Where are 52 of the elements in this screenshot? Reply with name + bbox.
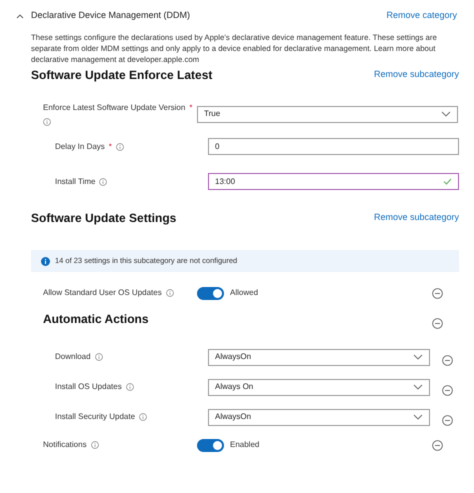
setting-label: Enforce Latest Software Update Version — [43, 102, 186, 114]
remove-category-link[interactable]: Remove category — [386, 9, 457, 23]
required-mark: * — [189, 102, 192, 114]
toggle-switch[interactable] — [197, 286, 224, 300]
dropdown-field[interactable]: Always On — [208, 378, 430, 396]
chevron-up-icon[interactable] — [16, 14, 24, 18]
info-filled-icon — [41, 256, 50, 266]
setting-label: Download — [55, 351, 91, 363]
chevron-down-icon — [413, 414, 423, 420]
info-icon[interactable] — [90, 441, 99, 449]
setting-label: Install Security Update — [55, 411, 136, 423]
remove-icon[interactable] — [432, 318, 443, 329]
chevron-down-icon — [413, 384, 423, 390]
dropdown-value: AlwaysOn — [215, 351, 252, 363]
dropdown-value: Always On — [215, 381, 254, 393]
chevron-down-icon — [441, 111, 451, 117]
input-field[interactable]: 0 — [208, 138, 459, 155]
remove-icon[interactable] — [442, 354, 453, 366]
info-icon[interactable] — [126, 383, 134, 391]
info-icon[interactable] — [99, 178, 108, 186]
dropdown-value: True — [204, 108, 220, 120]
dropdown-field[interactable]: True — [197, 106, 458, 122]
info-icon[interactable] — [43, 118, 51, 126]
info-icon[interactable] — [94, 353, 103, 361]
chevron-down-icon — [413, 354, 423, 360]
group-heading: Automatic Actions — [43, 311, 149, 328]
required-mark: * — [108, 140, 112, 152]
remove-icon[interactable] — [442, 384, 453, 396]
dropdown-value: AlwaysOn — [215, 411, 252, 423]
setting-label: Allow Standard User OS Updates — [43, 287, 162, 299]
remove-icon[interactable] — [442, 414, 453, 426]
info-icon[interactable] — [166, 289, 174, 297]
setting-label: Delay In Days — [55, 140, 105, 152]
input-field[interactable]: 13:00 — [208, 173, 459, 190]
remove-subcategory-link[interactable]: Remove subcategory — [374, 68, 459, 82]
dropdown-field[interactable]: AlwaysOn — [208, 408, 430, 426]
subcategory-heading: Software Update Settings — [31, 210, 176, 227]
info-icon[interactable] — [116, 142, 124, 150]
toggle-state-label: Allowed — [230, 287, 258, 299]
remove-subcategory-link[interactable]: Remove subcategory — [374, 211, 459, 225]
toggle-switch[interactable] — [197, 438, 224, 452]
dropdown-field[interactable]: AlwaysOn — [208, 348, 430, 366]
toggle-state-label: Enabled — [230, 439, 260, 451]
remove-icon[interactable] — [432, 288, 443, 298]
setting-label: Notifications — [43, 439, 87, 451]
subcategory-heading: Software Update Enforce Latest — [31, 67, 212, 84]
setting-label: Install Time — [55, 176, 96, 188]
checkmark-icon — [443, 178, 452, 185]
category-title: Declarative Device Management (DDM) — [31, 9, 190, 22]
info-icon[interactable] — [139, 413, 148, 421]
remove-icon[interactable] — [432, 440, 443, 450]
setting-label: Install OS Updates — [55, 381, 122, 393]
